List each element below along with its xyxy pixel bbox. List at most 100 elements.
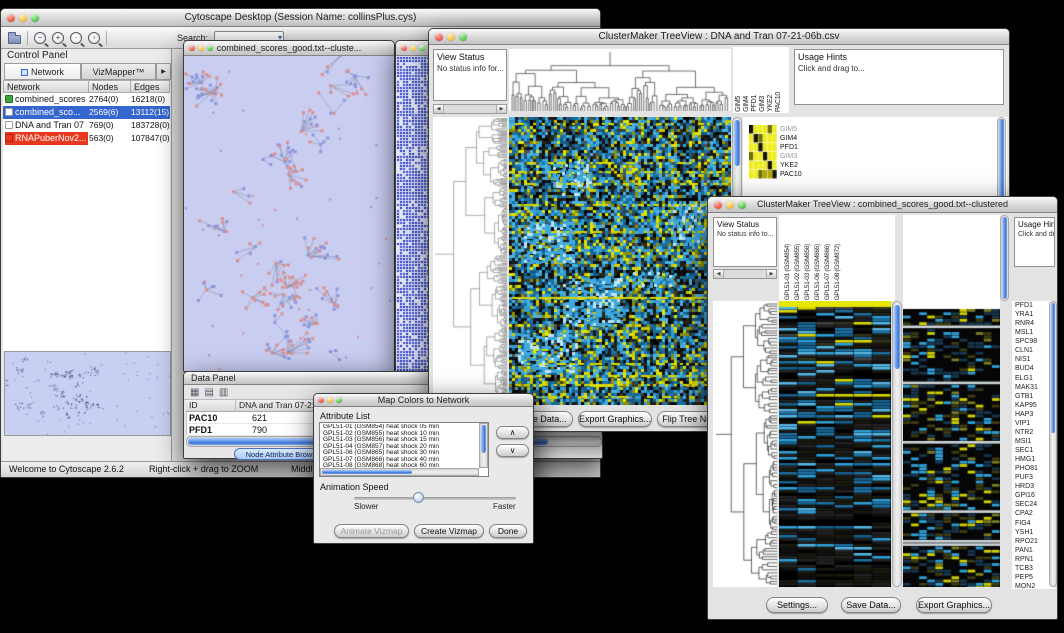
- move-up-button[interactable]: ∧: [496, 426, 529, 439]
- gene-label[interactable]: MSI1: [1015, 437, 1049, 446]
- tree-hscrollbar[interactable]: ◀▶: [433, 104, 507, 114]
- open-session-icon[interactable]: [8, 35, 21, 44]
- gene-label[interactable]: SEC1: [1015, 446, 1049, 455]
- zoom-window-icon[interactable]: [336, 397, 342, 403]
- treeview-button[interactable]: Export Graphics...: [578, 411, 652, 427]
- treeview-button[interactable]: Settings...: [766, 597, 828, 613]
- matrix-row-label[interactable]: PFD1: [780, 143, 820, 152]
- gene-label[interactable]: SEC24: [1015, 500, 1049, 509]
- network-row[interactable]: DNA and Tran 07 769(0) 183728(0): [3, 119, 170, 132]
- gene-label[interactable]: PAN1: [1015, 546, 1049, 555]
- dialog-title-bar[interactable]: Map Colors to Network: [314, 394, 533, 407]
- minimize-icon[interactable]: [19, 14, 27, 22]
- close-icon[interactable]: [189, 45, 195, 51]
- expression-heatmap[interactable]: [779, 301, 891, 587]
- main-title-bar[interactable]: Cytoscape Desktop (Session Name: collins…: [1, 9, 600, 27]
- select-attributes-icon[interactable]: ▦: [190, 385, 199, 399]
- gene-label[interactable]: CPA2: [1015, 509, 1049, 518]
- scroll-right-icon[interactable]: ▶: [496, 105, 506, 113]
- gene-label[interactable]: NTR2: [1015, 428, 1049, 437]
- row-dendrogram[interactable]: [433, 117, 507, 405]
- column-label[interactable]: GPL51-01 (GSM854): [784, 244, 791, 300]
- minimize-icon[interactable]: [198, 45, 204, 51]
- scroll-left-icon[interactable]: ◀: [434, 105, 444, 113]
- minimize-icon[interactable]: [726, 201, 734, 209]
- expression-heatmap[interactable]: [509, 117, 731, 405]
- zoom-window-icon[interactable]: [738, 201, 746, 209]
- gene-label[interactable]: PEP5: [1015, 573, 1049, 582]
- treeview-title-bar[interactable]: ClusterMaker TreeView : combined_scores_…: [708, 197, 1057, 213]
- column-header-edges[interactable]: Edges: [131, 80, 170, 93]
- gene-label[interactable]: HRD3: [1015, 482, 1049, 491]
- gene-label[interactable]: FIG4: [1015, 519, 1049, 528]
- minimize-icon[interactable]: [327, 397, 333, 403]
- heatmap-vscrollbar[interactable]: [892, 301, 902, 587]
- gene-label[interactable]: TCB3: [1015, 564, 1049, 573]
- matrix-row-label[interactable]: GIM4: [780, 134, 820, 143]
- summary-vscrollbar[interactable]: [997, 117, 1006, 203]
- gene-label[interactable]: ELG1: [1015, 374, 1049, 383]
- header-vscrollbar[interactable]: [1000, 215, 1009, 301]
- column-label[interactable]: GIM3: [759, 96, 766, 112]
- matrix-row-label[interactable]: PAC10: [780, 170, 820, 179]
- tab-network[interactable]: Network: [4, 63, 81, 80]
- zoom-fit-icon[interactable]: ▫: [88, 32, 100, 44]
- gene-list-vscrollbar[interactable]: [1049, 301, 1057, 587]
- scroll-left-icon[interactable]: ◀: [714, 270, 724, 278]
- close-icon[interactable]: [714, 201, 722, 209]
- tab-overflow-button[interactable]: ▶: [156, 63, 171, 80]
- zoom-in-icon[interactable]: +: [52, 32, 64, 44]
- close-icon[interactable]: [401, 45, 407, 51]
- matrix-row-label[interactable]: YKE2: [780, 161, 820, 170]
- gene-label[interactable]: CLN1: [1015, 346, 1049, 355]
- gene-label[interactable]: MAK31: [1015, 383, 1049, 392]
- network-overview-thumbnail[interactable]: [4, 351, 171, 436]
- correlation-matrix[interactable]: [749, 125, 777, 179]
- minimize-icon[interactable]: [410, 45, 416, 51]
- column-header-nodes[interactable]: Nodes: [89, 80, 131, 93]
- row-dendrogram[interactable]: [713, 301, 777, 587]
- gene-label[interactable]: NIS1: [1015, 355, 1049, 364]
- gene-label[interactable]: BUD4: [1015, 364, 1049, 373]
- gene-label[interactable]: PFD1: [1015, 301, 1049, 310]
- gene-label[interactable]: SPC98: [1015, 337, 1049, 346]
- gene-label[interactable]: PHO81: [1015, 464, 1049, 473]
- zoom-heatmap[interactable]: [903, 301, 1000, 587]
- column-label[interactable]: GIM5: [735, 96, 742, 112]
- attribute-list-vscrollbar[interactable]: [479, 423, 488, 468]
- treeview-title-bar[interactable]: ClusterMaker TreeView : DNA and Tran 07-…: [429, 29, 1009, 45]
- gene-label[interactable]: HMG1: [1015, 455, 1049, 464]
- animation-speed-slider-track[interactable]: [354, 497, 516, 500]
- gene-label[interactable]: RPN1: [1015, 555, 1049, 564]
- attribute-list[interactable]: GPL51-01 (GSM854) heat shock 05 minGPL51…: [319, 422, 489, 477]
- column-label[interactable]: PFD1: [751, 95, 758, 112]
- animate-vizmap-button[interactable]: Animate Vizmap: [334, 524, 409, 538]
- gene-label[interactable]: GPI16: [1015, 491, 1049, 500]
- column-label[interactable]: GPL51-08 (GSM872): [834, 244, 841, 300]
- move-down-button[interactable]: ∨: [496, 444, 529, 457]
- tab-vizmapper[interactable]: VizMapper™: [81, 63, 156, 80]
- gene-label[interactable]: YSH1: [1015, 528, 1049, 537]
- gene-label[interactable]: YRA1: [1015, 310, 1049, 319]
- matrix-row-label[interactable]: GIM3: [780, 152, 820, 161]
- create-vizmap-button[interactable]: Create Vizmap: [414, 524, 484, 538]
- network-row[interactable]: combined_scores 2764(0) 16218(0): [3, 93, 170, 106]
- zoom-window-icon[interactable]: [459, 33, 467, 41]
- zoom-selected-icon[interactable]: ·: [70, 32, 82, 44]
- gene-label[interactable]: GTB1: [1015, 392, 1049, 401]
- column-label[interactable]: GPL51-07 (GSM866): [824, 244, 831, 300]
- column-label[interactable]: YKE2: [767, 95, 774, 112]
- create-attribute-icon[interactable]: ▤: [204, 385, 213, 399]
- gene-label[interactable]: RNR4: [1015, 319, 1049, 328]
- treeview-button[interactable]: Save Data...: [841, 597, 901, 613]
- gene-label[interactable]: PUF3: [1015, 473, 1049, 482]
- matrix-row-label[interactable]: GIM5: [780, 125, 820, 134]
- zoom-window-icon[interactable]: [31, 14, 39, 22]
- attribute-db-icon[interactable]: ▥: [219, 385, 228, 399]
- gene-label[interactable]: VIP1: [1015, 419, 1049, 428]
- zoom-window-icon[interactable]: [419, 45, 425, 51]
- network-row-selected[interactable]: combined_sco... 2569(6) 13112(15): [3, 106, 170, 119]
- column-label[interactable]: PAC10: [775, 92, 782, 112]
- animation-speed-slider-thumb[interactable]: [413, 492, 424, 503]
- column-label[interactable]: GPL51-03 (GSM856): [804, 244, 811, 300]
